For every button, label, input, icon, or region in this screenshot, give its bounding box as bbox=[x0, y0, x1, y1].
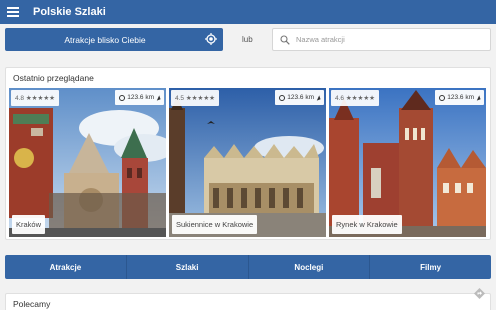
navigation-arrow-icon bbox=[475, 94, 481, 101]
recently-viewed-panel: Ostatnio przeglądane 4.8 ★★★★★ 123.6 km … bbox=[5, 67, 491, 240]
rating: 4.6 ★★★★★ bbox=[331, 90, 379, 106]
rating: 4.5 ★★★★★ bbox=[171, 90, 219, 106]
nearby-attractions-button[interactable]: Atrakcje blisko Ciebie bbox=[5, 28, 223, 51]
location-pin-icon bbox=[279, 94, 286, 101]
navigation-arrow-icon bbox=[315, 94, 321, 101]
recommended-panel: Polecamy bbox=[5, 293, 491, 310]
rating-stars: ★★★★★ bbox=[25, 95, 55, 102]
location-pin-icon bbox=[119, 94, 126, 101]
rating-stars: ★★★★★ bbox=[345, 95, 375, 102]
rating-value: 4.5 bbox=[175, 95, 185, 102]
tab-noclegi[interactable]: Noclegi bbox=[249, 255, 371, 279]
search-field[interactable] bbox=[272, 28, 491, 51]
category-tabs: Atrakcje Szlaki Noclegi Filmy bbox=[5, 255, 491, 279]
target-icon bbox=[205, 33, 217, 45]
search-input[interactable] bbox=[296, 35, 476, 44]
attraction-name: Kraków bbox=[12, 215, 46, 234]
app-title: Polskie Szlaki bbox=[33, 6, 106, 18]
attraction-card-rynek[interactable]: 4.6 ★★★★★ 123.6 km Rynek w Krakowie bbox=[329, 88, 486, 237]
recently-viewed-title: Ostatnio przeglądane bbox=[13, 73, 94, 83]
app-bar: Polskie Szlaki bbox=[0, 0, 496, 24]
recommended-title: Polecamy bbox=[13, 299, 51, 309]
distance-badge: 123.6 km bbox=[435, 90, 484, 105]
distance-value: 123.6 km bbox=[447, 94, 474, 101]
search-icon bbox=[280, 34, 290, 45]
attraction-card-sukiennice[interactable]: 4.5 ★★★★★ 123.6 km Sukiennice w Krakowie bbox=[169, 88, 326, 237]
distance-value: 123.6 km bbox=[287, 94, 314, 101]
attraction-card-krakow[interactable]: 4.8 ★★★★★ 123.6 km Kraków bbox=[9, 88, 166, 237]
rating-stars: ★★★★★ bbox=[185, 95, 215, 102]
nearby-attractions-label: Atrakcje blisko Ciebie bbox=[64, 34, 146, 45]
tab-filmy[interactable]: Filmy bbox=[370, 255, 491, 279]
rating: 4.8 ★★★★★ bbox=[11, 90, 59, 106]
or-label: lub bbox=[242, 35, 253, 44]
navigation-arrow-icon bbox=[155, 94, 161, 101]
directions-icon[interactable] bbox=[474, 288, 485, 299]
tab-atrakcje[interactable]: Atrakcje bbox=[5, 255, 127, 279]
distance-value: 123.6 km bbox=[127, 94, 154, 101]
location-pin-icon bbox=[439, 94, 446, 101]
distance-badge: 123.6 km bbox=[275, 90, 324, 105]
attraction-name: Sukiennice w Krakowie bbox=[172, 215, 258, 234]
distance-badge: 123.6 km bbox=[115, 90, 164, 105]
menu-icon[interactable] bbox=[7, 7, 19, 17]
attraction-name: Rynek w Krakowie bbox=[332, 215, 402, 234]
rating-value: 4.6 bbox=[335, 95, 345, 102]
rating-value: 4.8 bbox=[15, 95, 25, 102]
tab-szlaki[interactable]: Szlaki bbox=[127, 255, 249, 279]
